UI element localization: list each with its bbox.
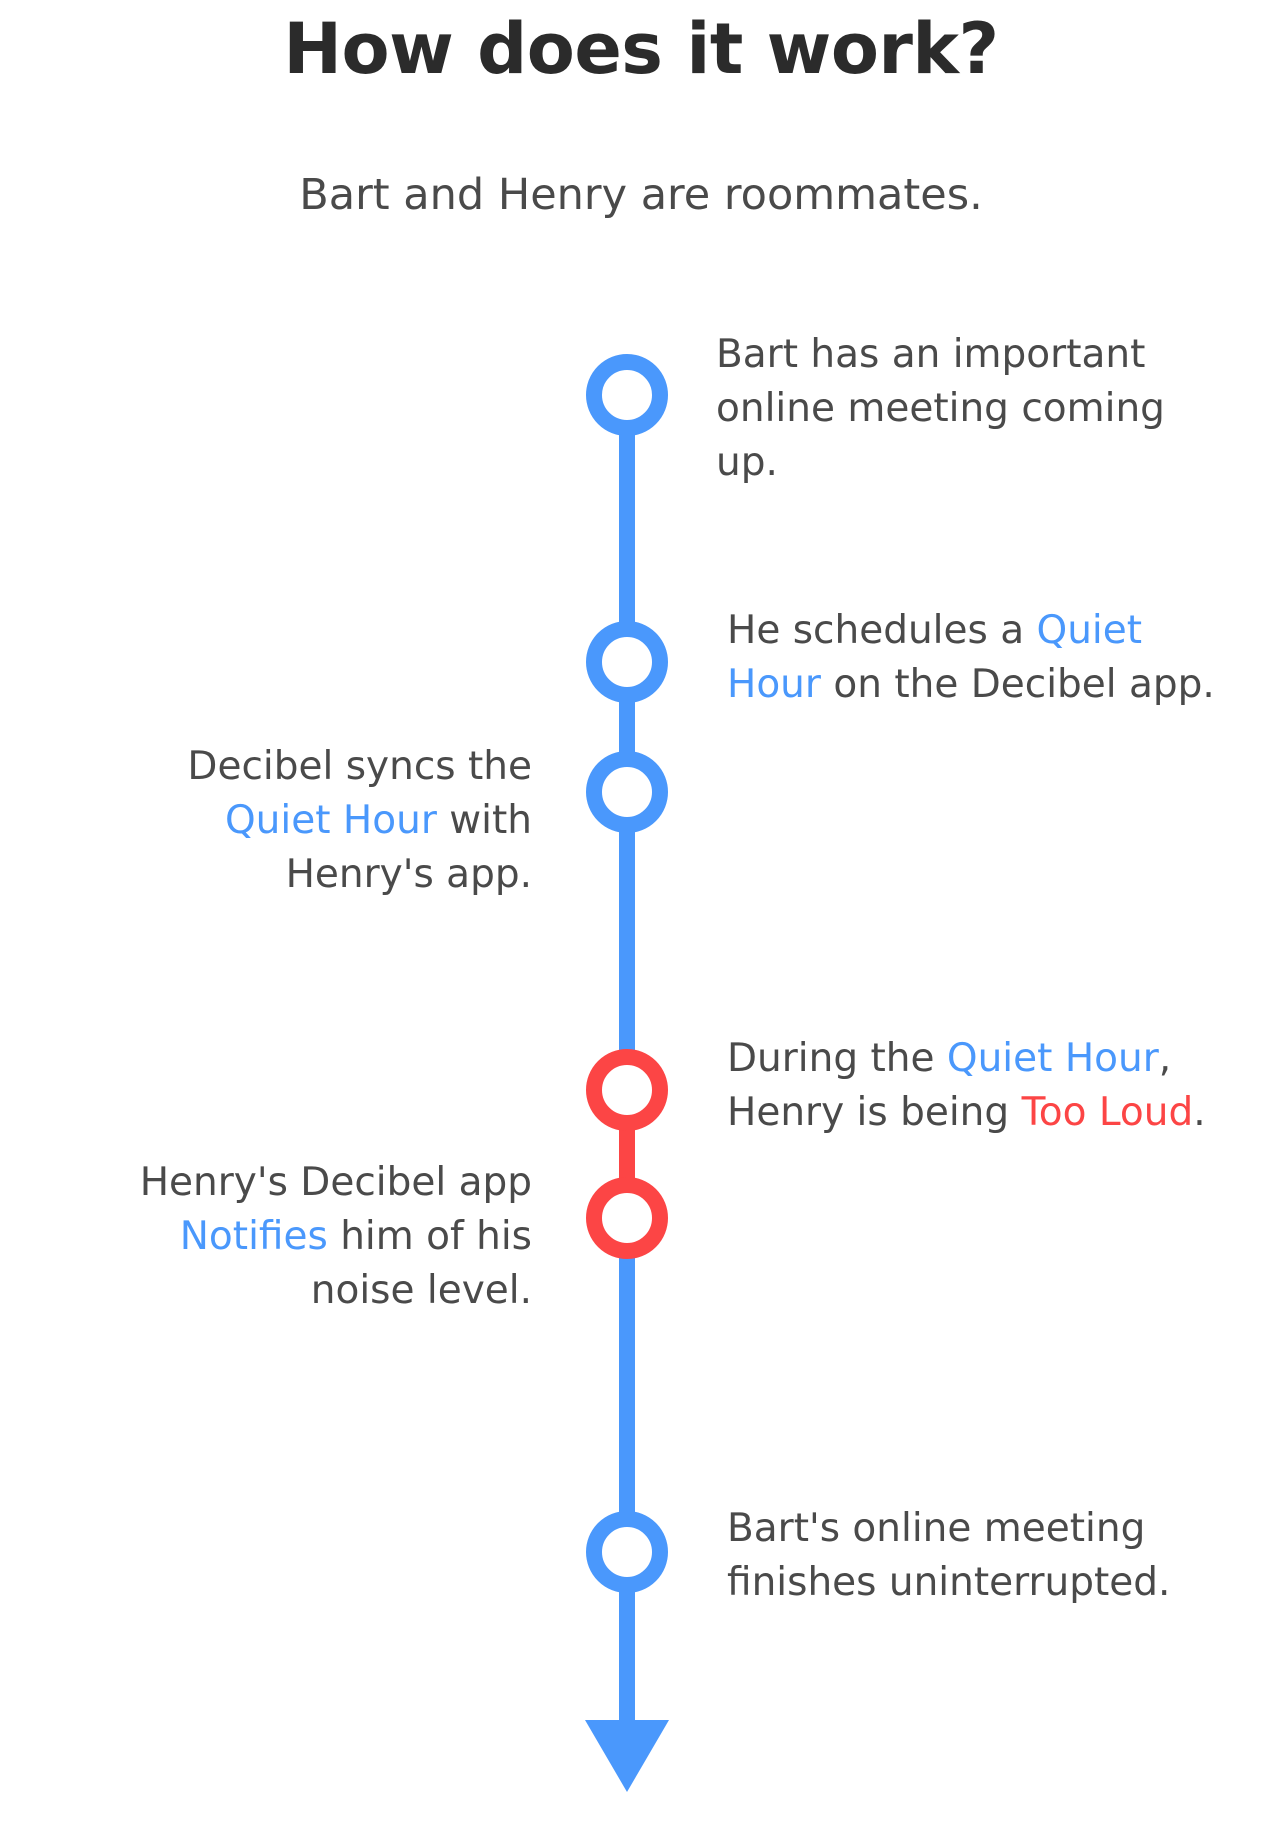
step-4-text: During the Quiet Hour, Henry is being To… [727,1032,1247,1140]
step-text-segment: Bart's online meeting finishes uninterru… [727,1506,1171,1605]
step-text-segment: Decibel syncs the [187,744,532,789]
step-1-text: Bart has an important online meeting com… [716,328,1186,490]
timeline-node-4 [586,1049,668,1131]
timeline-node-3 [586,751,668,833]
highlight-term: Too Loud [1021,1090,1194,1135]
timeline-node-2 [586,621,668,703]
highlight-term: Quiet Hour [224,798,437,843]
step-text-segment: him of his noise level. [310,1214,532,1313]
highlight-term: Quiet Hour [946,1036,1159,1081]
step-text-segment: During the [727,1036,947,1081]
step-text-segment: Bart has an important online meeting com… [716,332,1165,485]
step-5-text: Henry's Decibel app Notifies him of his … [136,1156,532,1318]
step-2-text: He schedules a Quiet Hour on the Decibel… [727,604,1247,712]
step-6-text: Bart's online meeting finishes uninterru… [727,1502,1197,1610]
timeline-arrowhead [585,1720,669,1792]
step-3-text: Decibel syncs the Quiet Hour with Henry'… [96,740,532,902]
timeline-node-5 [586,1177,668,1259]
timeline-node-1 [586,354,668,436]
highlight-term: Notifies [179,1214,328,1259]
step-text-segment: . [1193,1090,1206,1135]
step-text-segment: He schedules a [727,608,1037,653]
step-text-segment: Henry's Decibel app [139,1160,532,1205]
step-text-segment: on the Decibel app. [820,662,1215,707]
timeline-node-6 [586,1511,668,1593]
